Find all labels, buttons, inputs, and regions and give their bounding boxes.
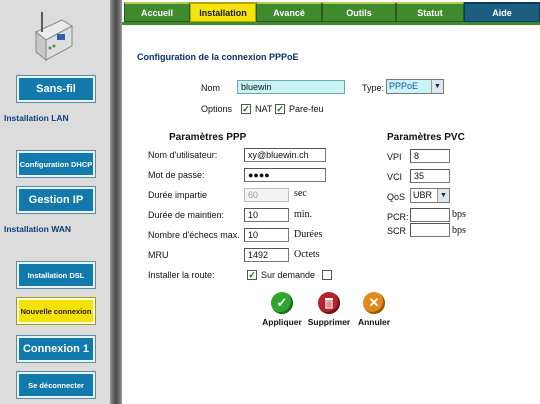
tab-avance[interactable]: Avancé	[256, 2, 322, 22]
sur-demande-checkbox[interactable]	[322, 270, 332, 280]
cancel-x-icon: ✕	[363, 292, 385, 314]
pare-feu-label: Pare-feu	[289, 104, 324, 114]
echecs-max-label: Nombre d'échecs max.	[148, 230, 240, 240]
sur-demande-label: Sur demande	[261, 270, 316, 280]
tab-accueil[interactable]: Accueil	[124, 2, 190, 22]
chevron-down-icon: ▼	[431, 80, 443, 93]
appliquer-label: Appliquer	[262, 317, 302, 327]
tab-installation[interactable]: Installation	[190, 2, 256, 22]
supprimer-button[interactable]: Supprimer	[304, 292, 354, 327]
sidebar-section-installation-lan: Installation LAN	[4, 113, 69, 123]
nat-label: NAT	[255, 104, 273, 114]
sidebar-button-gestion-ip[interactable]: Gestion IP	[16, 186, 96, 214]
sidebar-button-configuration-dhcp[interactable]: Configuration DHCP	[16, 150, 96, 178]
type-select[interactable]: PPPoE ▼	[386, 79, 444, 94]
tab-statut[interactable]: Statut	[396, 2, 464, 22]
installer-route-checkbox[interactable]: ✓	[247, 270, 257, 280]
pare-feu-checkbox[interactable]: ✓	[275, 104, 285, 114]
scr-unit: bps	[452, 225, 466, 236]
sidebar-button-installation-dsl[interactable]: Installation DSL	[16, 261, 96, 289]
tab-aide[interactable]: Aide	[464, 2, 540, 22]
qos-select-value: UBR	[413, 190, 433, 200]
qos-label: QoS	[387, 192, 406, 202]
mru-input[interactable]: 1492	[244, 248, 289, 262]
mru-unit: Octets	[294, 249, 320, 260]
annuler-button[interactable]: ✕ Annuler	[349, 292, 399, 327]
top-navigation: Accueil Installation Avancé Outils Statu…	[122, 0, 540, 26]
vpi-input[interactable]: 8	[410, 149, 450, 163]
vci-label: VCI	[387, 172, 403, 182]
chevron-down-icon: ▼	[437, 189, 449, 202]
tabs-underline	[122, 22, 540, 25]
sidebar-button-nouvelle-connexion[interactable]: Nouvelle connexion	[16, 297, 96, 325]
tab-outils[interactable]: Outils	[322, 2, 396, 22]
nom-label: Nom	[201, 83, 221, 93]
sidebar-divider	[110, 0, 122, 404]
nat-checkbox[interactable]: ✓	[241, 104, 251, 114]
username-label: Nom d'utilisateur:	[148, 150, 218, 160]
pcr-unit: bps	[452, 209, 466, 220]
duree-impartie-input[interactable]: 60	[244, 188, 289, 202]
echecs-max-unit: Durées	[294, 229, 323, 240]
sidebar-button-sans-fil[interactable]: Sans-fil	[16, 75, 96, 103]
type-label: Type:	[362, 83, 385, 93]
supprimer-label: Supprimer	[307, 317, 351, 327]
vpi-label: VPI	[387, 152, 402, 162]
pcr-label: PCR:	[387, 212, 409, 222]
sidebar-button-se-deconnecter[interactable]: Se déconnecter	[16, 371, 96, 399]
type-select-value: PPPoE	[389, 81, 419, 91]
duree-maintien-label: Durée de maintien:	[148, 210, 225, 220]
ppp-section-header: Paramètres PPP	[169, 132, 247, 143]
pcr-input[interactable]	[410, 208, 450, 222]
pvc-section-header: Paramètres PVC	[387, 132, 465, 143]
duree-maintien-unit: min.	[294, 209, 313, 220]
password-input[interactable]: ●●●●	[244, 168, 326, 182]
vci-input[interactable]: 35	[410, 169, 450, 183]
sidebar-button-connexion-1[interactable]: Connexion 1	[16, 335, 96, 363]
checkmark-icon: ✓	[271, 292, 293, 314]
main-content: Configuration de la connexion PPPoE Nom …	[122, 26, 540, 404]
scr-label: SCR	[387, 226, 407, 236]
mru-label: MRU	[148, 250, 169, 260]
nom-input[interactable]: bluewin	[237, 80, 345, 94]
installer-route-label: Installer la route:	[148, 270, 215, 280]
username-input[interactable]: xy@bluewin.ch	[244, 148, 326, 162]
trash-glyph	[325, 298, 333, 309]
scr-input[interactable]	[410, 223, 450, 237]
page-title: Configuration de la connexion PPPoE	[137, 52, 299, 62]
duree-impartie-unit: sec	[294, 188, 307, 199]
echecs-max-input[interactable]: 10	[244, 228, 289, 242]
password-label: Mot de passe:	[148, 170, 205, 180]
options-label: Options	[201, 104, 233, 114]
sidebar-section-installation-wan: Installation WAN	[4, 224, 72, 234]
trash-icon	[318, 292, 340, 314]
sidebar: Sans-fil Installation LAN Configuration …	[0, 0, 110, 404]
router-logo-icon	[35, 12, 74, 62]
duree-impartie-label: Durée impartie	[148, 190, 208, 200]
qos-select[interactable]: UBR ▼	[410, 188, 450, 203]
duree-maintien-input[interactable]: 10	[244, 208, 289, 222]
appliquer-button[interactable]: ✓ Appliquer	[257, 292, 307, 327]
annuler-label: Annuler	[357, 317, 391, 327]
